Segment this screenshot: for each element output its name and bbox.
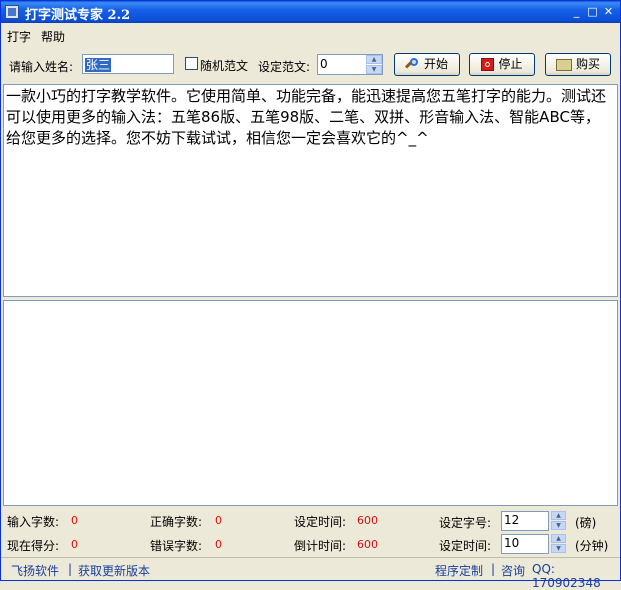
custom-program-link[interactable]: 程序定制 [435, 562, 483, 579]
name-value: 张三 [85, 58, 112, 72]
toolbar: 请输入姓名: 张三 随机范文 设定范文: 0 ▲ ▼ 开始 停止 购买 [1, 51, 620, 81]
minimize-button[interactable]: _ [569, 5, 584, 19]
name-label: 请输入姓名: [9, 60, 74, 74]
stop-button[interactable]: 停止 [469, 53, 535, 76]
font-size-label: 设定字号: [439, 516, 492, 530]
set-time-label: 设定时间: [294, 515, 347, 529]
status-bar: 飞扬软件 | 获取更新版本 程序定制 | 咨询 QQ: 170902348 [1, 557, 620, 590]
app-icon[interactable] [5, 5, 19, 19]
menu-bar: 打字 帮助 [1, 25, 620, 45]
correct-chars-label: 正确字数: [150, 515, 203, 529]
score-label: 现在得分: [7, 539, 60, 553]
update-link[interactable]: 获取更新版本 [78, 562, 150, 579]
random-article-checkbox[interactable] [185, 57, 198, 70]
article-down-arrow-icon[interactable]: ▼ [366, 65, 382, 74]
time-value: 10 [504, 536, 520, 550]
time-down-arrow-icon[interactable]: ▼ [551, 544, 566, 553]
app-window: 打字测试专家 2.2 _ □ ✕ 打字 帮助 请输入姓名: 张三 随机范文 设定… [0, 0, 621, 590]
score-value: 0 [71, 538, 78, 551]
font-size-down-arrow-icon[interactable]: ▼ [551, 521, 566, 530]
menu-help[interactable]: 帮助 [41, 28, 65, 45]
font-size-input[interactable]: 12 [501, 511, 549, 531]
article-text: 一款小巧的打字教学软件。它使用简单、功能完备，能迅速提高您五笔打字的能力。测试还… [6, 87, 607, 147]
font-size-up-arrow-icon[interactable]: ▲ [551, 511, 566, 520]
error-chars-value: 0 [215, 538, 222, 551]
time-spinner[interactable]: ▲ ▼ [551, 534, 566, 554]
random-article-label[interactable]: 随机范文 [200, 57, 248, 74]
time-unit: (分钟) [575, 539, 609, 553]
time-label: 设定时间: [439, 539, 492, 553]
start-button[interactable]: 开始 [394, 53, 460, 76]
start-label: 开始 [423, 57, 448, 71]
article-up-arrow-icon[interactable]: ▲ [366, 55, 382, 64]
typing-input-area[interactable] [3, 300, 618, 506]
set-time-value: 600 [357, 514, 378, 527]
input-chars-value: 0 [71, 514, 78, 527]
article-spinner[interactable]: 0 ▲ ▼ [317, 54, 383, 75]
title-bar[interactable]: 打字测试专家 2.2 _ □ ✕ [1, 1, 620, 23]
input-chars-label: 输入字数: [7, 515, 60, 529]
feiyang-link[interactable]: 飞扬软件 [11, 562, 59, 579]
countdown-value: 600 [357, 538, 378, 551]
article-text-area[interactable]: 一款小巧的打字教学软件。它使用简单、功能完备，能迅速提高您五笔打字的能力。测试还… [3, 84, 618, 297]
time-up-arrow-icon[interactable]: ▲ [551, 534, 566, 543]
menu-typing[interactable]: 打字 [7, 28, 31, 45]
separator: | [491, 562, 496, 576]
time-input[interactable]: 10 [501, 534, 549, 554]
font-size-unit: (磅) [575, 516, 597, 530]
cart-icon [555, 58, 572, 71]
magnifier-icon [406, 57, 420, 72]
window-title: 打字测试专家 2.2 [25, 8, 131, 23]
separator: | [68, 562, 73, 576]
buy-label: 购买 [575, 57, 600, 71]
font-size-spinner[interactable]: ▲ ▼ [551, 511, 566, 531]
stop-label: 停止 [498, 57, 523, 71]
correct-chars-value: 0 [215, 514, 222, 527]
consult-link[interactable]: 咨询 [501, 562, 525, 579]
maximize-button[interactable]: □ [585, 5, 600, 19]
error-chars-label: 错误字数: [150, 539, 203, 553]
qq-number: QQ: 170902348 [532, 562, 601, 590]
countdown-label: 倒计时间: [294, 539, 347, 553]
font-size-value: 12 [504, 513, 520, 527]
article-label: 设定范文: [258, 60, 311, 74]
article-value: 0 [320, 57, 328, 71]
stop-icon [481, 58, 495, 71]
close-button[interactable]: ✕ [601, 5, 616, 19]
buy-button[interactable]: 购买 [545, 53, 611, 76]
stats-panel: 输入字数: 0 正确字数: 0 设定时间: 600 设定字号: 12 ▲ ▼ (… [1, 507, 620, 557]
name-input[interactable]: 张三 [82, 54, 174, 74]
